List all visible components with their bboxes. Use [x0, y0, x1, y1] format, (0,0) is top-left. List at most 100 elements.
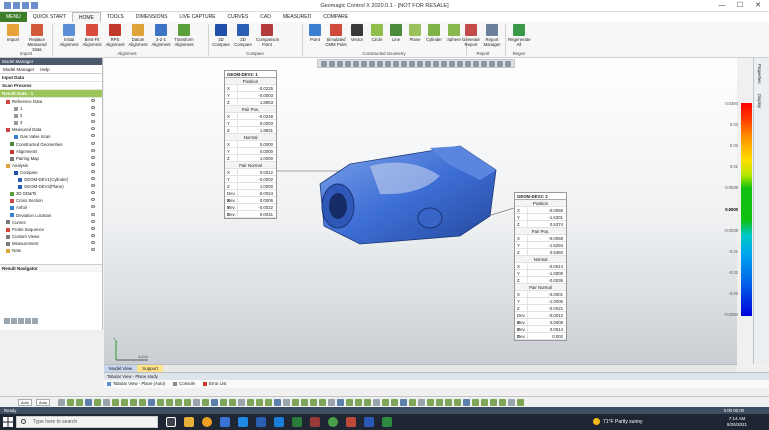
tab-tools[interactable]: TOOLS	[101, 12, 130, 22]
edge-dev-icon[interactable]	[274, 417, 284, 427]
3d-compare-button[interactable]: 3D Compare	[210, 24, 232, 47]
tree-item[interactable]: Probe Sequence	[0, 226, 102, 233]
selection-tool-icon[interactable]	[508, 399, 515, 406]
tree-item[interactable]: 3D GD&Ts	[0, 190, 102, 197]
visibility-eye-icon[interactable]	[91, 240, 95, 244]
file-explorer-icon[interactable]	[184, 417, 194, 427]
initial-alignment-button[interactable]: Initial Alignment	[58, 24, 80, 47]
replace-measured-button[interactable]: Replace Measured Data	[26, 24, 48, 52]
result-navigator[interactable]: Result Navigator	[0, 264, 102, 272]
visibility-eye-icon[interactable]	[91, 191, 95, 195]
tab-compare[interactable]: COMPARE	[317, 12, 354, 22]
selection-tool-icon[interactable]	[355, 399, 362, 406]
selection-tool-icon[interactable]	[310, 399, 317, 406]
visibility-eye-icon[interactable]	[91, 127, 95, 131]
maximize-button[interactable]: ☐	[731, 1, 749, 11]
tab-support[interactable]: Support	[137, 365, 163, 372]
selection-tool-icon[interactable]	[364, 399, 371, 406]
selection-tool-icon[interactable]	[211, 399, 218, 406]
comparison-point-button[interactable]: Comparison Point	[256, 24, 279, 47]
selection-tool-icon[interactable]	[76, 399, 83, 406]
tab-home[interactable]: HOME	[71, 11, 101, 23]
properties-tab[interactable]: Properties	[757, 64, 762, 84]
selection-tool-icon[interactable]	[247, 399, 254, 406]
visibility-eye-icon[interactable]	[91, 184, 95, 188]
tree-item[interactable]: Pairing Map	[0, 155, 102, 162]
visibility-eye-icon[interactable]	[91, 162, 95, 166]
visibility-eye-icon[interactable]	[91, 99, 95, 102]
selection-tool-icon[interactable]	[337, 399, 344, 406]
tree-item[interactable]: Gas Valve Scan	[0, 133, 102, 140]
selection-tool-icon[interactable]	[85, 399, 92, 406]
visibility-eye-icon[interactable]	[91, 113, 95, 117]
tree-item[interactable]: Note	[0, 247, 102, 254]
321-alignment-button[interactable]: 3-2-1 Alignment	[150, 24, 172, 47]
visibility-eye-icon[interactable]	[91, 177, 95, 181]
visibility-eye-icon[interactable]	[91, 226, 95, 230]
close-button[interactable]: ✕	[749, 1, 767, 11]
tab-tabular-plane[interactable]: Tabular View - Plane (Auto)	[107, 380, 165, 388]
selection-tool-icon[interactable]	[256, 399, 263, 406]
selection-tool-icon[interactable]	[292, 399, 299, 406]
tree-item[interactable]: Alignments	[0, 148, 102, 155]
word-icon[interactable]	[364, 417, 374, 427]
selection-tool-icon[interactable]	[454, 399, 461, 406]
minimize-button[interactable]: —	[713, 1, 731, 11]
windows-start-icon[interactable]	[3, 417, 13, 427]
tab-cad[interactable]: CAD	[254, 12, 277, 22]
panel-tool-icon[interactable]	[4, 318, 10, 324]
tab-console[interactable]: Console	[173, 380, 195, 388]
tree-item[interactable]: Curves	[0, 219, 102, 226]
selection-filter-select[interactable]: Auto	[36, 399, 51, 406]
selection-tool-icon[interactable]	[103, 399, 110, 406]
visibility-eye-icon[interactable]	[91, 120, 95, 124]
visibility-eye-icon[interactable]	[91, 148, 95, 152]
selection-tool-icon[interactable]	[175, 399, 182, 406]
taskbar-search-input[interactable]: Type here to search	[16, 416, 158, 428]
tree-item[interactable]: Measurement	[0, 240, 102, 247]
visibility-eye-icon[interactable]	[91, 205, 95, 209]
selection-tool-icon[interactable]	[202, 399, 209, 406]
tab-curves[interactable]: CURVES	[222, 12, 255, 22]
tab-error-list[interactable]: Error List	[203, 380, 226, 388]
panel-tool-icon[interactable]	[11, 318, 17, 324]
selection-tool-icon[interactable]	[67, 399, 74, 406]
selection-mode-select[interactable]: Auto	[18, 399, 33, 406]
best-fit-alignment-button[interactable]: Best-Fit Alignment	[81, 24, 103, 47]
visibility-eye-icon[interactable]	[91, 169, 95, 173]
selection-tool-icon[interactable]	[166, 399, 173, 406]
tree-item[interactable]: Analysis	[0, 162, 102, 169]
simulated-cmm-point-button[interactable]: Simulated CMM Point	[325, 24, 347, 47]
selection-tool-icon[interactable]	[463, 399, 470, 406]
geom-dev-callout-2[interactable]: GEOM-DEV2: 2 Position X -0.0056 Y -1.6301 Z 0.…	[514, 192, 567, 341]
tab-help[interactable]: Help	[37, 65, 52, 73]
tree-item[interactable]: 1	[0, 105, 102, 112]
system-clock[interactable]: 7:14 AM 8/26/2021	[720, 416, 754, 428]
app-icon[interactable]	[346, 417, 356, 427]
selection-tool-icon[interactable]	[184, 399, 191, 406]
visibility-eye-icon[interactable]	[91, 155, 95, 159]
selection-tool-icon[interactable]	[112, 399, 119, 406]
visibility-eye-icon[interactable]	[91, 106, 95, 110]
visibility-eye-icon[interactable]	[91, 198, 95, 202]
tree-item[interactable]: Custom Views	[0, 233, 102, 240]
selection-tool-icon[interactable]	[283, 399, 290, 406]
cylinder-button[interactable]: Cylinder	[423, 24, 445, 42]
tree-item[interactable]: Cross Section	[0, 197, 102, 204]
regenerate-all-button[interactable]: Regenerate All	[508, 24, 530, 47]
selection-tool-icon[interactable]	[319, 399, 326, 406]
point-button[interactable]: Point	[304, 24, 326, 42]
selection-tool-icon[interactable]	[58, 399, 65, 406]
selection-tool-icon[interactable]	[418, 399, 425, 406]
selection-tool-icon[interactable]	[490, 399, 497, 406]
3d-viewport[interactable]: GEOM-DEV2: 1 Position X -0.0225 Y -0.0003 Z 1.…	[104, 58, 737, 364]
selection-tool-icon[interactable]	[193, 399, 200, 406]
selection-tool-icon[interactable]	[373, 399, 380, 406]
selection-tool-icon[interactable]	[148, 399, 155, 406]
tab-measured[interactable]: MEASURED	[277, 12, 317, 22]
visibility-eye-icon[interactable]	[91, 212, 95, 216]
geom-dev-callout-1[interactable]: GEOM-DEV2: 1 Position X -0.0225 Y -0.0003 Z 1.…	[224, 70, 277, 219]
tree-item[interactable]: Measured Data	[0, 126, 102, 133]
edge-icon[interactable]	[220, 417, 230, 427]
selection-tool-icon[interactable]	[391, 399, 398, 406]
